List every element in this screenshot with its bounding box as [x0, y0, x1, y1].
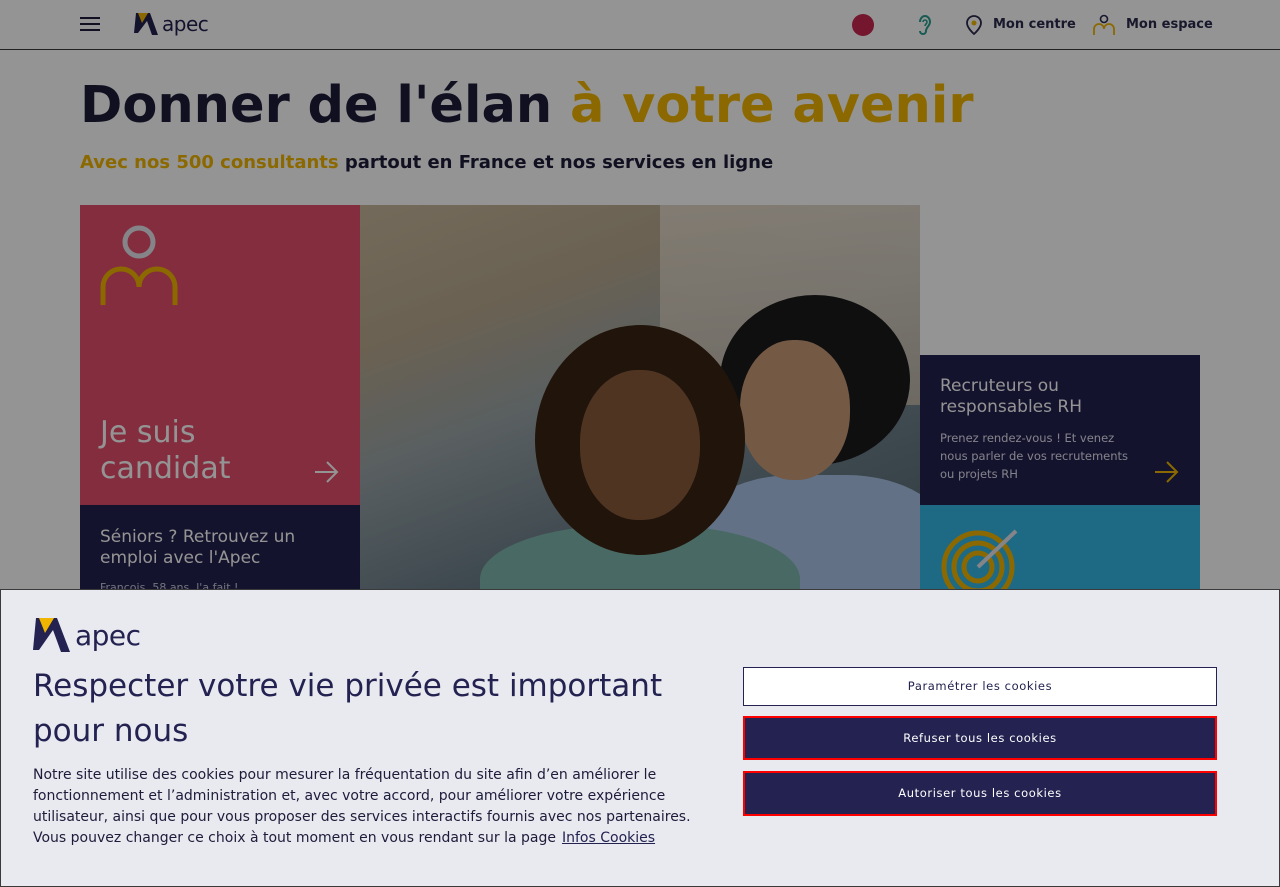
cookie-apec-logo: apec: [33, 616, 141, 654]
autoriser-cookies-button[interactable]: Autoriser tous les cookies: [743, 771, 1217, 816]
apec-logo-icon: [33, 618, 70, 652]
infos-cookies-link[interactable]: Infos Cookies: [562, 830, 655, 846]
cookie-banner: apec Respecter votre vie privée est impo…: [0, 589, 1280, 887]
cookie-body: Notre site utilise des cookies pour mesu…: [33, 765, 723, 849]
cookie-logo-text: apec: [75, 618, 141, 652]
cookie-title: Respecter votre vie privée est important…: [33, 668, 663, 749]
refuser-cookies-button[interactable]: Refuser tous les cookies: [743, 716, 1217, 760]
parametrer-cookies-button[interactable]: Paramétrer les cookies: [743, 667, 1217, 706]
